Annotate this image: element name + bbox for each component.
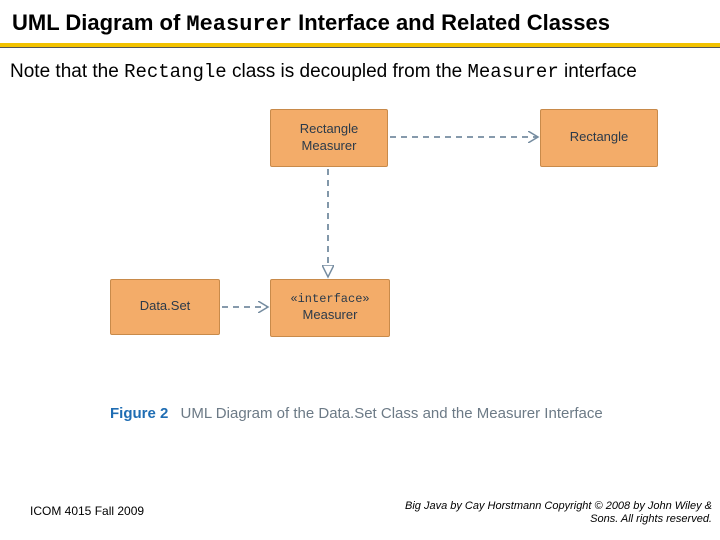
note-text: Note that the Rectangle class is decoupl… (0, 56, 720, 93)
box-rectangle-label: Rectangle (570, 129, 629, 146)
box-dataset-label: Data.Set (140, 298, 191, 315)
note-p3: interface (559, 61, 637, 82)
box-rectangle: Rectangle (540, 109, 658, 167)
footer-right: Big Java by Cay Horstmann Copyright © 20… (382, 500, 712, 526)
footer-left: ICOM 4015 Fall 2009 (30, 504, 144, 518)
box-measurer-interface: «interface» Measurer (270, 279, 390, 337)
note-code2: Measurer (468, 61, 559, 83)
figure-caption-text: UML Diagram of the Data.Set Class and th… (181, 405, 603, 422)
box-rectmeas-l1: Rectangle (300, 121, 359, 136)
figure-number: Figure 2 (110, 405, 168, 422)
figure-caption: Figure 2 UML Diagram of the Data.Set Cla… (110, 405, 720, 422)
title-code: Measurer (186, 12, 292, 37)
measurer-stereotype: «interface» (290, 292, 369, 308)
box-rectmeas-l2: Measurer (302, 138, 357, 153)
box-rectangle-measurer: Rectangle Measurer (270, 109, 388, 167)
title-subrule (0, 47, 720, 48)
note-p1: Note that the (10, 61, 124, 82)
slide-title: UML Diagram of Measurer Interface and Re… (0, 0, 720, 43)
note-code1: Rectangle (124, 61, 227, 83)
note-p2: class is decoupled from the (227, 61, 468, 82)
uml-diagram: Rectangle Measurer Rectangle Data.Set «i… (110, 99, 670, 399)
title-prefix: UML Diagram of (12, 10, 186, 35)
measurer-name: Measurer (303, 307, 358, 322)
title-suffix: Interface and Related Classes (292, 10, 610, 35)
box-dataset: Data.Set (110, 279, 220, 335)
